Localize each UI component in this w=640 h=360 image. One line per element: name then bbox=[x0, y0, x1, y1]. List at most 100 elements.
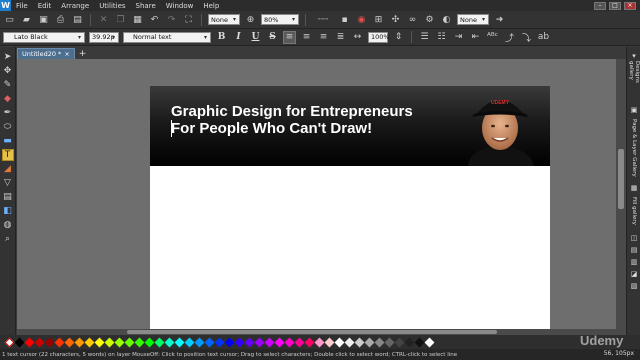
page-layer-icon[interactable]: ▣ bbox=[629, 105, 639, 115]
spell-check-icon[interactable]: ᴬᴮᶜ bbox=[486, 31, 499, 44]
eyedropper-tool-icon[interactable]: ◍ bbox=[2, 219, 14, 231]
menu-edit[interactable]: Edit bbox=[33, 2, 57, 10]
menu-utilities[interactable]: Utilities bbox=[94, 2, 130, 10]
color-swatch[interactable] bbox=[54, 337, 64, 347]
color-swatch[interactable] bbox=[224, 337, 234, 347]
font-case-icon[interactable]: ab bbox=[537, 31, 550, 44]
menu-help[interactable]: Help bbox=[198, 2, 224, 10]
color-swatch[interactable] bbox=[174, 337, 184, 347]
color-swatch[interactable] bbox=[34, 337, 44, 347]
tab-untitled20[interactable]: Untitled20 * × bbox=[17, 48, 75, 59]
text-tool-icon[interactable]: T bbox=[1, 149, 14, 161]
align-left-icon[interactable]: ≡ bbox=[283, 30, 296, 44]
transparency-tool-icon[interactable]: ▽ bbox=[2, 177, 14, 189]
tab-page-layer-gallery[interactable]: Page & Layer Gallery bbox=[628, 117, 640, 179]
undo-icon[interactable]: ↶ bbox=[148, 13, 161, 26]
color-swatch[interactable] bbox=[94, 337, 104, 347]
panel-icon-1[interactable]: ◫ bbox=[629, 233, 639, 243]
open-folder-icon[interactable]: ▰ bbox=[20, 13, 33, 26]
maximize-button[interactable]: □ bbox=[609, 1, 621, 10]
close-icon[interactable]: × bbox=[64, 50, 69, 58]
panel-icon-2[interactable]: ▤ bbox=[629, 245, 639, 255]
color-swatch[interactable] bbox=[24, 337, 34, 347]
add-tab-button[interactable]: + bbox=[75, 49, 91, 59]
color-swatch[interactable] bbox=[204, 337, 214, 347]
color-swatch[interactable] bbox=[214, 337, 224, 347]
color-swatch[interactable] bbox=[314, 337, 324, 347]
canvas-area[interactable]: Graphic Design for Entrepreneurs For Peo… bbox=[17, 59, 616, 329]
indent-icon[interactable]: ⇥ bbox=[452, 31, 465, 44]
presenter-photo[interactable]: UDEMY bbox=[450, 86, 550, 166]
color-swatch[interactable] bbox=[274, 337, 284, 347]
color-swatch[interactable] bbox=[364, 337, 374, 347]
close-button[interactable]: × bbox=[624, 1, 636, 10]
color-swatch[interactable] bbox=[134, 337, 144, 347]
panel-menu-icon[interactable]: ▾ bbox=[629, 51, 639, 61]
color-swatch[interactable] bbox=[374, 337, 384, 347]
underline-button[interactable]: U bbox=[249, 31, 262, 44]
vertical-scrollbar[interactable] bbox=[616, 59, 626, 329]
banner-headline-line1[interactable]: Graphic Design for Entrepreneurs bbox=[171, 103, 413, 120]
fill-select[interactable]: None ▾ bbox=[208, 14, 240, 25]
grid-icon[interactable]: ⊞ bbox=[372, 13, 385, 26]
zoom-tool-icon[interactable]: ⌕ bbox=[2, 233, 14, 245]
color-swatch[interactable] bbox=[304, 337, 314, 347]
horizontal-scroll-thumb[interactable] bbox=[127, 330, 497, 334]
object-icon[interactable]: ⚙ bbox=[423, 13, 436, 26]
color-swatch[interactable] bbox=[334, 337, 344, 347]
fill-gallery-icon[interactable]: ▦ bbox=[629, 183, 639, 193]
panel-icon-5[interactable]: ▧ bbox=[629, 281, 639, 291]
color-swatch[interactable] bbox=[14, 337, 24, 347]
node-tool-icon[interactable]: ✎ bbox=[2, 79, 14, 91]
color-swatch[interactable] bbox=[264, 337, 274, 347]
zoom-icon[interactable]: ⊕ bbox=[244, 13, 257, 26]
snap-icon[interactable]: ✣ bbox=[389, 13, 402, 26]
bitmap-icon[interactable]: ▪ bbox=[338, 13, 351, 26]
bullet-list-icon[interactable]: ☰ bbox=[418, 31, 431, 44]
transparency-icon[interactable]: ◐ bbox=[440, 13, 453, 26]
menu-share[interactable]: Share bbox=[131, 2, 161, 10]
color-swatch[interactable] bbox=[394, 337, 404, 347]
banner-rectangle[interactable]: Graphic Design for Entrepreneurs For Peo… bbox=[150, 86, 550, 166]
no-color-swatch[interactable] bbox=[4, 337, 14, 347]
color-swatch[interactable] bbox=[114, 337, 124, 347]
new-document-icon[interactable]: ▭ bbox=[3, 13, 16, 26]
color-swatch[interactable] bbox=[294, 337, 304, 347]
menu-arrange[interactable]: Arrange bbox=[56, 2, 94, 10]
cut-icon[interactable]: ✕ bbox=[97, 13, 110, 26]
color-swatch[interactable] bbox=[354, 337, 364, 347]
outdent-icon[interactable]: ⇤ bbox=[469, 31, 482, 44]
align-right-icon[interactable]: ≡ bbox=[317, 31, 330, 44]
export-icon[interactable]: ▤ bbox=[71, 13, 84, 26]
zoom-select[interactable]: 80% ▾ bbox=[261, 14, 299, 25]
tracking-icon[interactable]: ↔ bbox=[351, 31, 364, 44]
color-swatch[interactable] bbox=[44, 337, 54, 347]
strikethrough-button[interactable]: S bbox=[266, 31, 279, 44]
color-swatch[interactable] bbox=[154, 337, 164, 347]
zoom-fit-icon[interactable]: ⛶ bbox=[182, 13, 195, 26]
color-swatch[interactable] bbox=[104, 337, 114, 347]
color-swatch[interactable] bbox=[144, 337, 154, 347]
vertical-scroll-thumb[interactable] bbox=[618, 149, 624, 209]
bold-button[interactable]: B bbox=[215, 31, 228, 44]
rectangle-tool-icon[interactable]: ▬ bbox=[2, 135, 14, 147]
font-family-select[interactable]: Lato Black ▾ bbox=[3, 31, 85, 43]
print-icon[interactable]: ⎙ bbox=[54, 13, 67, 26]
color-swatch[interactable] bbox=[424, 337, 434, 347]
shadow-tool-icon[interactable]: ▤ bbox=[2, 191, 14, 203]
text-zoom-input[interactable]: 100% bbox=[368, 31, 390, 43]
save-icon[interactable]: ▣ bbox=[37, 13, 50, 26]
italic-button[interactable]: I bbox=[232, 31, 245, 44]
color-swatch[interactable] bbox=[404, 337, 414, 347]
tab-fill-gallery[interactable]: Fill gallery bbox=[628, 195, 640, 227]
color-swatch[interactable] bbox=[254, 337, 264, 347]
line-spacing-icon[interactable]: ⇕ bbox=[392, 31, 405, 44]
document-page[interactable]: Graphic Design for Entrepreneurs For Peo… bbox=[150, 86, 550, 329]
menu-file[interactable]: File bbox=[11, 2, 33, 10]
color-swatch[interactable] bbox=[64, 337, 74, 347]
color-swatch[interactable] bbox=[384, 337, 394, 347]
align-center-icon[interactable]: ≡ bbox=[300, 31, 313, 44]
link-icon[interactable]: ∞ bbox=[406, 13, 419, 26]
arrow-right-icon[interactable]: ➜ bbox=[493, 13, 506, 26]
font-size-select[interactable]: 39.92p ▾ bbox=[89, 31, 119, 43]
